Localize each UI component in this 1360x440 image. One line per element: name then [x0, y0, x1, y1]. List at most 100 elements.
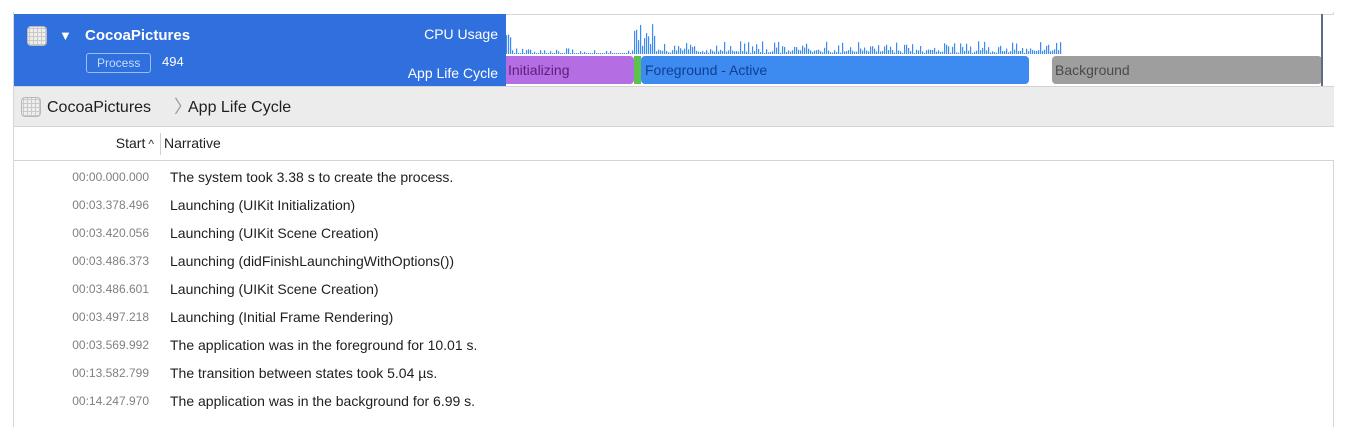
column-header-narrative[interactable]: Narrative — [164, 135, 221, 151]
cpu-usage-bar — [852, 50, 854, 54]
breadcrumb-item-process[interactable]: CocoaPictures — [47, 98, 151, 118]
cpu-usage-bar — [840, 52, 842, 54]
cpu-usage-bar — [1054, 49, 1056, 54]
lifecycle-segment-foreground[interactable]: Foreground - Active — [641, 56, 1029, 84]
cpu-usage-bar — [704, 52, 706, 54]
cpu-usage-bar — [946, 44, 948, 54]
cpu-usage-bar — [650, 44, 652, 54]
cpu-usage-bar — [918, 50, 920, 54]
cpu-usage-bar — [510, 37, 512, 54]
cpu-usage-bar — [664, 43, 666, 54]
lifecycle-segment-background[interactable]: Background — [1052, 56, 1322, 84]
track-header[interactable]: ▼ CocoaPictures Process 494 CPU Usage Ap… — [14, 14, 506, 86]
cpu-usage-bar — [600, 53, 602, 54]
cpu-usage-bar — [590, 53, 592, 54]
cpu-usage-bar — [684, 48, 686, 54]
narrative-cell: The application was in the foreground fo… — [170, 337, 478, 353]
disclosure-triangle-icon[interactable]: ▼ — [59, 26, 72, 46]
cpu-usage-bar — [842, 42, 844, 54]
lifecycle-segment-transition[interactable] — [634, 56, 641, 84]
cpu-usage-bar — [1012, 42, 1014, 54]
cpu-usage-bar — [790, 51, 792, 54]
cpu-usage-bar — [700, 51, 702, 54]
cpu-usage-bar — [950, 52, 952, 54]
cpu-usage-bar — [986, 50, 988, 54]
cpu-usage-bar — [754, 51, 756, 54]
cpu-usage-bar — [652, 24, 654, 54]
cpu-usage-bar — [696, 50, 698, 54]
cpu-usage-bar — [592, 53, 594, 54]
cpu-usage-bar — [506, 35, 508, 54]
timeline-lanes[interactable]: Initializing Foreground - Active Backgro… — [506, 14, 1334, 86]
cpu-usage-bar — [792, 50, 794, 54]
cpu-usage-bar — [814, 50, 816, 54]
cpu-usage-bar — [1008, 52, 1010, 54]
cpu-usage-bar — [1026, 48, 1028, 54]
cpu-usage-bar — [944, 43, 946, 54]
lifecycle-segment-initializing[interactable]: Initializing — [506, 56, 634, 84]
cpu-usage-bar — [884, 46, 886, 54]
cpu-usage-bar — [598, 53, 600, 54]
cpu-usage-bar — [1044, 49, 1046, 54]
cpu-usage-bar — [1046, 45, 1048, 54]
table-row[interactable]: 00:03.486.373 Launching (didFinishLaunchi… — [14, 249, 1334, 277]
cpu-usage-bar — [952, 46, 954, 54]
cpu-usage-bar — [982, 47, 984, 54]
narrative-cell: Launching (UIKit Initialization) — [170, 197, 356, 213]
table-row[interactable]: 00:03.420.056 Launching (UIKit Scene Crea… — [14, 221, 1334, 249]
cpu-usage-bar — [904, 44, 906, 54]
cpu-usage-bar — [708, 52, 710, 54]
cpu-usage-bar — [992, 51, 994, 54]
cpu-usage-bar — [924, 52, 926, 54]
cpu-usage-bar — [730, 46, 732, 54]
cpu-usage-bar — [862, 50, 864, 54]
cpu-usage-bar — [526, 50, 528, 54]
cpu-usage-bar — [686, 43, 688, 54]
cpu-usage-bar — [516, 48, 518, 54]
cpu-usage-bar — [798, 49, 800, 54]
cpu-usage-bar — [984, 41, 986, 54]
cpu-usage-bar — [988, 47, 990, 54]
cpu-usage-bar — [914, 52, 916, 54]
start-time-cell: 00:00.000.000 — [72, 170, 149, 184]
cpu-usage-bar — [512, 50, 514, 54]
cpu-usage-bar — [920, 46, 922, 54]
table-row[interactable]: 00:14.247.970 The application was in the … — [14, 389, 1334, 417]
cpu-usage-bar — [804, 47, 806, 54]
cpu-usage-bar — [786, 52, 788, 54]
table-row[interactable]: 00:03.486.601 Launching (UIKit Scene Crea… — [14, 277, 1334, 305]
cpu-usage-bar — [866, 50, 868, 54]
cpu-usage-bar — [1016, 43, 1018, 54]
cpu-usage-bar — [960, 43, 962, 54]
cpu-usage-bar — [678, 46, 680, 54]
cpu-usage-bar — [724, 41, 726, 54]
table-row[interactable]: 00:03.569.992 The application was in the … — [14, 333, 1334, 361]
timeline-end-marker — [1321, 14, 1323, 86]
cpu-usage-bar — [902, 52, 904, 54]
cpu-usage-bar — [518, 53, 520, 54]
cpu-usage-bar — [632, 50, 634, 54]
table-row[interactable]: 00:13.582.799 The transition between stat… — [14, 361, 1334, 389]
column-divider[interactable] — [160, 133, 161, 155]
table-row[interactable]: 00:03.378.496 Launching (UIKit Initializa… — [14, 193, 1334, 221]
cpu-usage-bar — [912, 44, 914, 54]
cpu-usage-bar — [588, 53, 590, 54]
cpu-usage-bar — [762, 41, 764, 54]
cpu-usage-bar — [896, 42, 898, 54]
start-time-cell: 00:14.247.970 — [72, 394, 149, 408]
cpu-usage-bar — [878, 45, 880, 54]
cpu-usage-bar — [682, 50, 684, 54]
table-row[interactable]: 00:00.000.000 The system took 3.38 s to c… — [14, 165, 1334, 193]
cpu-usage-bar — [768, 52, 770, 54]
cpu-usage-bar — [572, 49, 574, 54]
cpu-usage-bar — [698, 51, 700, 54]
process-track[interactable]: ▼ CocoaPictures Process 494 CPU Usage Ap… — [14, 14, 1334, 86]
cpu-usage-bar — [958, 52, 960, 54]
cpu-usage-bar — [734, 51, 736, 54]
cpu-usage-bar — [618, 53, 620, 54]
table-row[interactable]: 00:03.497.218 Launching (Initial Frame Re… — [14, 305, 1334, 333]
cpu-usage-bar — [586, 53, 588, 54]
breadcrumb-item-app-life-cycle[interactable]: App Life Cycle — [188, 98, 291, 118]
cpu-usage-bar — [528, 49, 530, 54]
column-header-start[interactable]: Start ^ — [14, 135, 154, 151]
